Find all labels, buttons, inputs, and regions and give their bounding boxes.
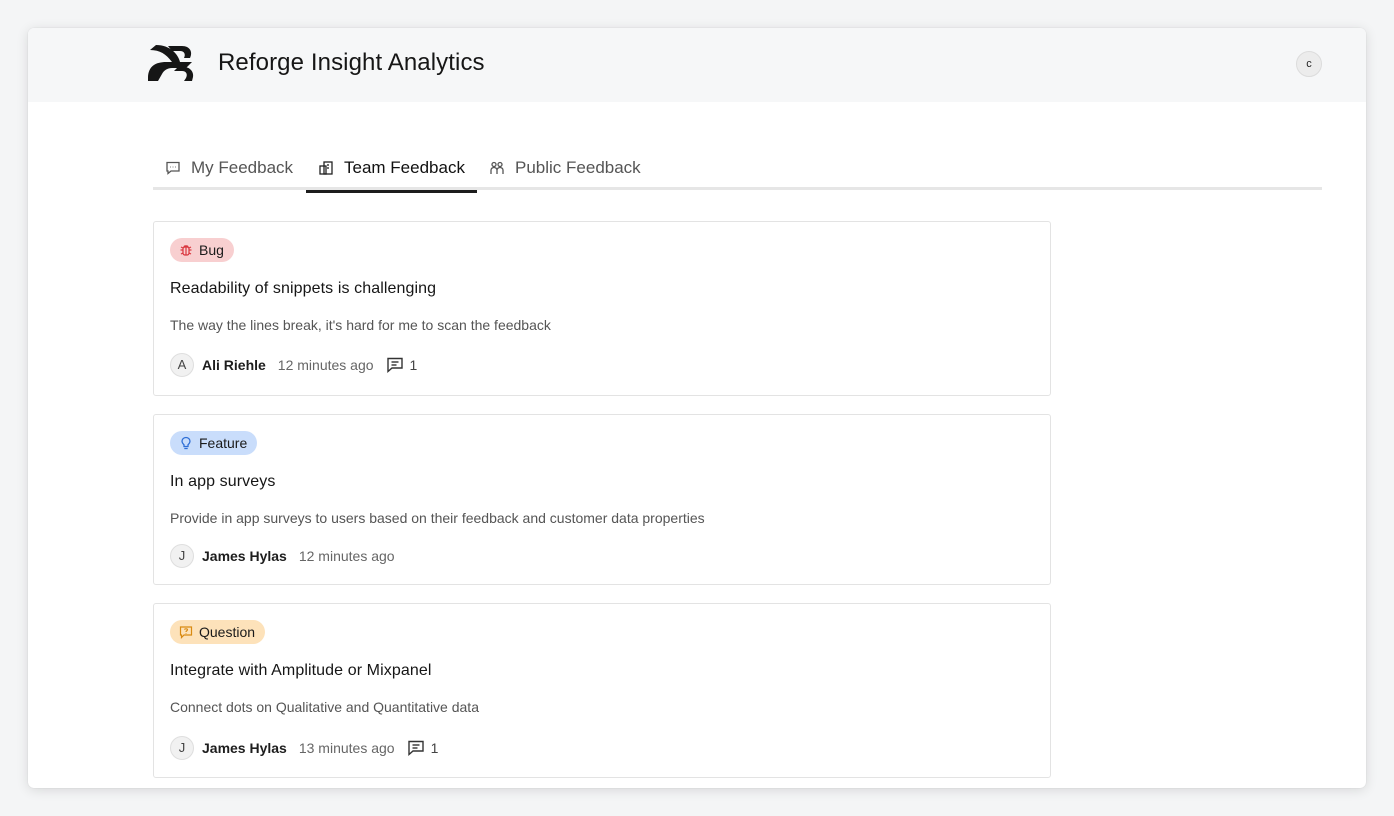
people-icon <box>490 161 504 174</box>
author-avatar: J <box>170 544 194 568</box>
question-icon <box>179 626 193 639</box>
author-name: James Hylas <box>202 740 287 756</box>
feedback-title[interactable]: In app surveys <box>170 473 275 491</box>
app-window: Reforge Insight Analytics c My Feedback … <box>28 28 1366 788</box>
feedback-meta: J James Hylas 12 minutes ago <box>170 544 407 568</box>
comment-count[interactable]: 1 <box>407 739 439 757</box>
chat-icon <box>166 161 180 175</box>
feedback-card[interactable]: Question Integrate with Amplitude or Mix… <box>153 603 1051 778</box>
app-title: Reforge Insight Analytics <box>218 49 485 76</box>
team-icon <box>319 160 333 175</box>
author-name: James Hylas <box>202 548 287 564</box>
feature-badge[interactable]: Feature <box>170 431 258 455</box>
feedback-description: Connect dots on Qualitative and Quantita… <box>170 699 479 715</box>
feedback-card[interactable]: Feature In app surveys Provide in app su… <box>153 414 1051 585</box>
tab-label: Team Feedback <box>344 157 465 177</box>
timestamp: 12 minutes ago <box>298 548 395 564</box>
badge-label: Question <box>199 624 256 640</box>
app-header: Reforge Insight Analytics c <box>28 28 1366 102</box>
reforge-logo-icon[interactable] <box>146 44 194 82</box>
feedback-meta: J James Hylas 13 minutes ago 1 <box>170 736 438 760</box>
feedback-card[interactable]: Bug Readability of snippets is challengi… <box>153 221 1051 396</box>
timestamp: 13 minutes ago <box>298 740 395 756</box>
badge-label: Feature <box>199 435 248 451</box>
feedback-description: The way the lines break, it's hard for m… <box>170 317 551 333</box>
feedback-title[interactable]: Readability of snippets is challenging <box>170 280 436 298</box>
comment-count-value: 1 <box>409 357 418 373</box>
tab-label: Public Feedback <box>515 157 641 177</box>
feedback-tabs: My Feedback Team Feedback Public Feedbac… <box>153 145 1322 193</box>
badge-label: Bug <box>199 242 224 258</box>
timestamp: 12 minutes ago <box>277 357 374 373</box>
author-avatar: J <box>170 736 194 760</box>
author-avatar: A <box>170 353 194 377</box>
question-badge[interactable]: Question <box>170 620 266 644</box>
user-avatar[interactable]: c <box>1296 51 1322 77</box>
comment-icon <box>386 357 403 374</box>
tab-my-feedback[interactable]: My Feedback <box>153 145 305 190</box>
tab-public-feedback[interactable]: Public Feedback <box>477 145 653 190</box>
comment-count-value: 1 <box>430 740 439 756</box>
tab-team-feedback[interactable]: Team Feedback <box>306 145 477 193</box>
bug-badge[interactable]: Bug <box>170 238 234 262</box>
feedback-meta: A Ali Riehle 12 minutes ago 1 <box>170 353 417 377</box>
feedback-title[interactable]: Integrate with Amplitude or Mixpanel <box>170 662 432 680</box>
bug-icon <box>180 245 192 256</box>
comment-icon <box>407 740 424 757</box>
feedback-description: Provide in app surveys to users based on… <box>170 510 705 526</box>
tab-label: My Feedback <box>191 157 294 177</box>
comment-count[interactable]: 1 <box>386 356 418 374</box>
lightbulb-icon <box>181 436 191 450</box>
author-name: Ali Riehle <box>202 357 266 373</box>
